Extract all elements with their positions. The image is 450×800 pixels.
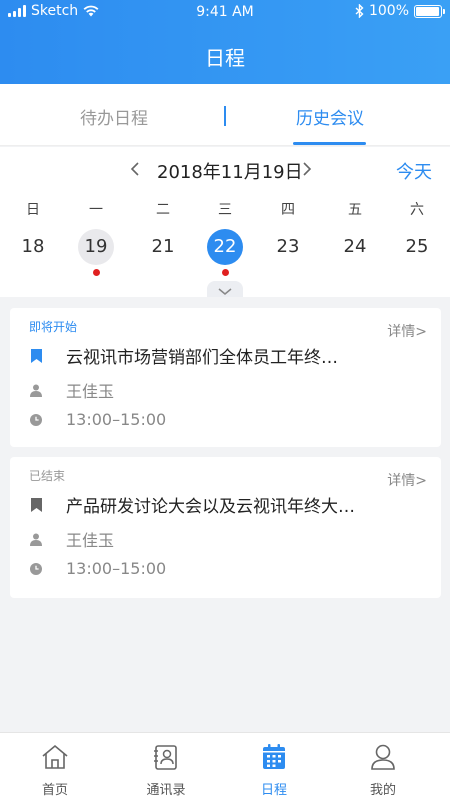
nav-contacts[interactable]: 通讯录 xyxy=(126,743,206,798)
meeting-host: 王佳玉 xyxy=(66,531,115,550)
event-dot xyxy=(221,269,229,276)
battery-percent: 100% xyxy=(368,3,409,19)
weekday-label: 二 xyxy=(156,202,170,218)
bottom-navigation: 首页 通讯录 日程 我的 xyxy=(0,732,450,800)
nav-profile[interactable]: 我的 xyxy=(343,743,423,798)
date-navigator: 2018年11月19日 今天 xyxy=(0,157,450,184)
day-cell[interactable]: 21 xyxy=(145,229,181,265)
event-dot xyxy=(92,269,100,276)
tab-pending-schedule[interactable]: 待办日程 xyxy=(80,104,148,129)
day-cell[interactable]: 19 xyxy=(78,229,114,265)
detail-link[interactable]: 详情> xyxy=(387,470,427,490)
nav-label: 首页 xyxy=(41,783,68,798)
contacts-icon xyxy=(154,745,177,770)
tab-divider xyxy=(224,106,226,126)
meeting-title: 产品研发讨论大会以及云视讯年终大… xyxy=(66,497,355,517)
meeting-card[interactable]: 已结束 详情> 产品研发讨论大会以及云视讯年终大… 王佳玉 13:00–15:0… xyxy=(10,457,441,598)
tab-bar: 待办日程 历史会议 xyxy=(0,84,450,146)
bookmark-icon xyxy=(29,497,43,513)
meeting-card[interactable]: 即将开始 详情> 云视讯市场营销部们全体员工年终… 王佳玉 13:00–15:0… xyxy=(10,308,441,447)
clock-icon xyxy=(29,561,43,577)
nav-schedule[interactable]: 日程 xyxy=(234,743,314,798)
current-date: 2018年11月19日 xyxy=(157,162,303,183)
day-row: 18 19 21 22 23 24 25 xyxy=(0,229,450,279)
tab-history-meetings[interactable]: 历史会议 xyxy=(296,104,364,129)
profile-icon xyxy=(371,744,395,770)
meeting-title: 云视讯市场营销部们全体员工年终… xyxy=(66,348,338,368)
week-calendar: 2018年11月19日 今天 日 一 二 三 四 五 六 18 19 21 22 23 24 25 xyxy=(0,147,450,297)
nav-label: 日程 xyxy=(260,783,287,798)
battery-icon xyxy=(414,4,445,18)
weekday-label: 一 xyxy=(89,202,103,218)
meeting-status: 已结束 xyxy=(29,469,66,483)
page-title: 日程 xyxy=(205,46,245,70)
day-cell[interactable]: 24 xyxy=(337,229,373,265)
chevron-left-icon[interactable] xyxy=(130,161,140,177)
nav-label: 通讯录 xyxy=(146,783,186,798)
weekday-label: 五 xyxy=(348,202,362,218)
home-icon xyxy=(42,744,68,769)
bookmark-icon xyxy=(29,348,43,364)
day-cell[interactable]: 23 xyxy=(270,229,306,265)
expand-calendar-button[interactable] xyxy=(207,281,243,297)
detail-link[interactable]: 详情> xyxy=(387,321,427,341)
person-icon xyxy=(29,382,43,398)
meeting-time: 13:00–15:00 xyxy=(66,559,167,578)
status-bar: Sketch 9:41 AM 100% xyxy=(0,0,450,26)
meeting-status: 即将开始 xyxy=(29,320,78,334)
meeting-host: 王佳玉 xyxy=(66,382,115,401)
person-icon xyxy=(29,531,43,547)
active-tab-indicator xyxy=(293,142,366,145)
today-button[interactable]: 今天 xyxy=(396,158,432,184)
chevron-right-icon[interactable] xyxy=(302,161,312,177)
day-cell-selected[interactable]: 22 xyxy=(207,229,243,265)
bluetooth-icon xyxy=(355,4,364,18)
app-header: Sketch 9:41 AM 100% 日程 xyxy=(0,0,450,84)
weekday-label: 三 xyxy=(218,202,232,218)
nav-label: 我的 xyxy=(369,783,396,798)
chevron-down-icon xyxy=(218,288,232,295)
nav-home[interactable]: 首页 xyxy=(15,743,95,798)
day-cell[interactable]: 18 xyxy=(15,229,51,265)
calendar-icon xyxy=(263,744,285,769)
day-cell[interactable]: 25 xyxy=(399,229,435,265)
clock-icon xyxy=(29,412,43,428)
weekday-label: 四 xyxy=(281,202,295,218)
weekday-label: 日 xyxy=(26,202,40,218)
weekday-header: 日一二三四五六 xyxy=(0,199,450,219)
weekday-label: 六 xyxy=(410,202,424,218)
meeting-time: 13:00–15:00 xyxy=(66,410,167,429)
